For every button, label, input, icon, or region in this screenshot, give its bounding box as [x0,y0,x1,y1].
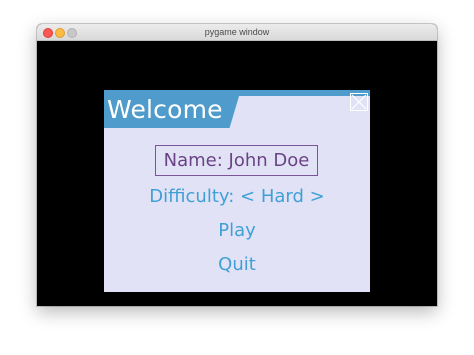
name-input-field[interactable]: Name: John Doe [155,145,318,176]
menu-title: Welcome [107,95,223,124]
menu-close-button[interactable] [350,93,368,111]
app-window: pygame window Welcome Name: John Doe Dif… [37,24,437,306]
desktop-background: pygame window Welcome Name: John Doe Dif… [0,0,474,355]
difficulty-selector[interactable]: Difficulty: < Hard > [104,184,370,210]
game-canvas[interactable]: Welcome Name: John Doe Difficulty: < Har… [37,41,437,306]
window-titlebar[interactable]: pygame window [37,24,437,41]
close-x-icon [351,94,367,110]
window-title: pygame window [204,27,270,37]
quit-button[interactable]: Quit [104,252,370,278]
play-button[interactable]: Play [104,218,370,244]
welcome-menu: Welcome Name: John Doe Difficulty: < Har… [104,90,370,292]
